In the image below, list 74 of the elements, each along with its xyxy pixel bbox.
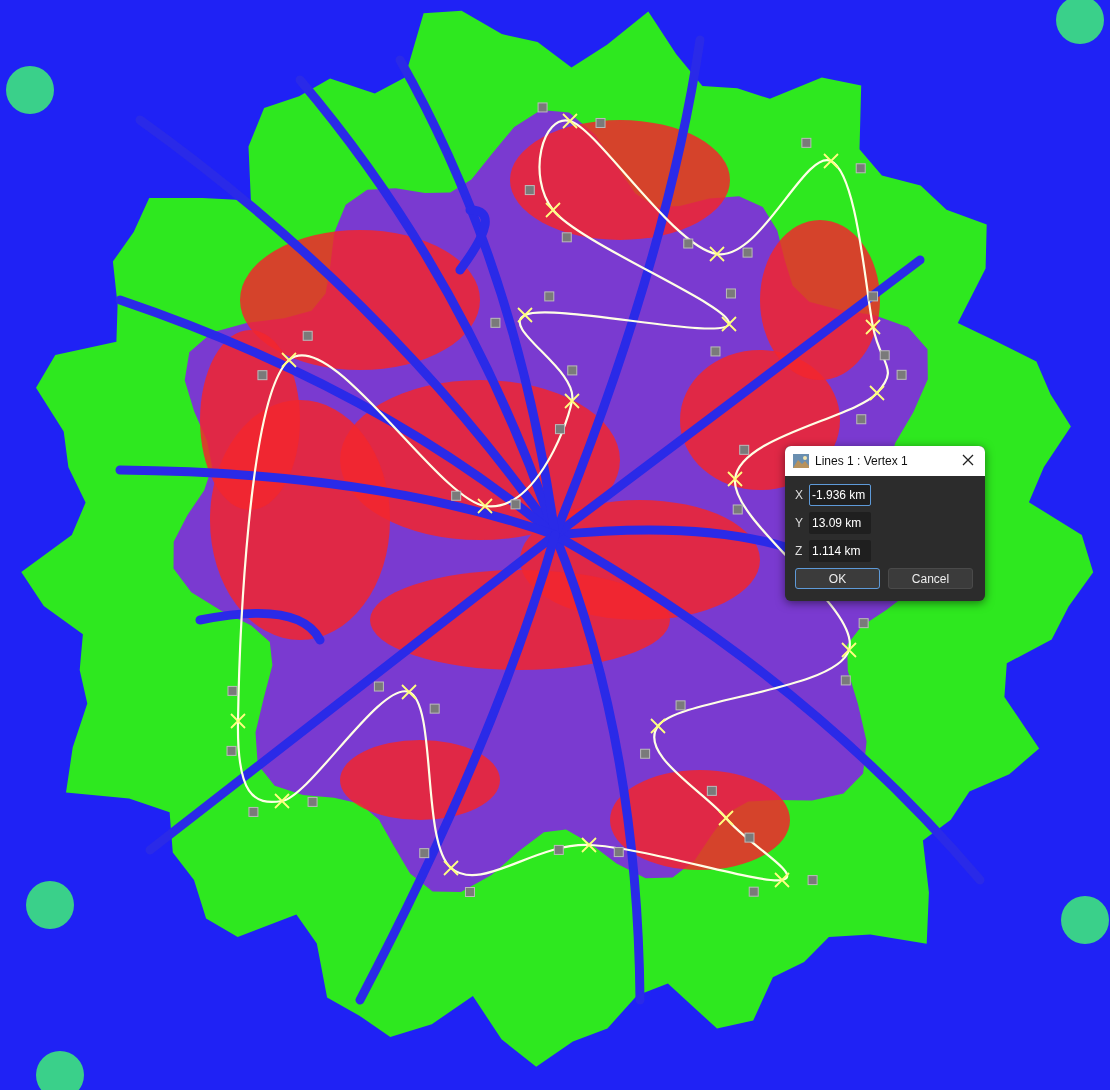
vertex-marker[interactable] xyxy=(281,352,297,368)
control-handle[interactable] xyxy=(307,796,318,807)
control-handle[interactable] xyxy=(451,490,462,501)
control-handle[interactable] xyxy=(544,291,555,302)
control-handle[interactable] xyxy=(373,681,384,692)
vertex-marker[interactable] xyxy=(443,860,459,876)
vertex-marker[interactable] xyxy=(869,385,885,401)
control-handle[interactable] xyxy=(640,748,651,759)
vertex-marker[interactable] xyxy=(230,713,246,729)
close-icon xyxy=(962,453,974,466)
coordinate-input[interactable]: -1.936 km xyxy=(809,484,871,506)
control-handle[interactable] xyxy=(896,369,907,380)
control-handle[interactable] xyxy=(524,185,535,196)
field-label: Y xyxy=(795,516,804,530)
control-handle[interactable] xyxy=(419,848,430,859)
vertex-marker[interactable] xyxy=(727,471,743,487)
control-handle[interactable] xyxy=(732,504,743,515)
control-handle[interactable] xyxy=(748,886,759,897)
control-handle[interactable] xyxy=(227,685,238,696)
field-label: X xyxy=(795,488,804,502)
control-handle[interactable] xyxy=(739,444,750,455)
control-handle[interactable] xyxy=(683,238,694,249)
control-handle[interactable] xyxy=(553,844,564,855)
control-handle[interactable] xyxy=(801,137,812,148)
dialog-title: Lines 1 : Vertex 1 xyxy=(815,454,909,468)
landscape-icon xyxy=(793,454,809,468)
field-label: Z xyxy=(795,544,804,558)
control-handle[interactable] xyxy=(855,163,866,174)
control-handle[interactable] xyxy=(257,370,268,381)
vertex-marker[interactable] xyxy=(709,246,725,262)
control-handle[interactable] xyxy=(858,618,869,629)
control-handle[interactable] xyxy=(595,118,606,128)
coordinate-input[interactable]: 13.09 km xyxy=(809,512,871,534)
vertex-marker[interactable] xyxy=(477,498,493,514)
control-handle[interactable] xyxy=(429,703,440,714)
control-handle[interactable] xyxy=(561,232,572,243)
vertex-marker[interactable] xyxy=(545,202,561,218)
vertex-marker[interactable] xyxy=(401,684,417,700)
vertex-marker[interactable] xyxy=(650,718,666,734)
control-handle[interactable] xyxy=(464,887,475,897)
vertex-marker[interactable] xyxy=(841,642,857,658)
vertex-marker[interactable] xyxy=(718,810,734,826)
dialog-button[interactable]: Cancel xyxy=(888,568,973,589)
control-handle[interactable] xyxy=(840,675,851,686)
vertex-marker[interactable] xyxy=(517,307,533,323)
control-handle[interactable] xyxy=(537,102,548,113)
vertex-marker[interactable] xyxy=(581,837,597,853)
control-handle[interactable] xyxy=(302,330,313,341)
control-handle[interactable] xyxy=(555,424,565,435)
control-handle[interactable] xyxy=(868,291,879,302)
dialog-button[interactable]: OK xyxy=(795,568,880,589)
control-handle[interactable] xyxy=(879,350,890,361)
vertex-marker[interactable] xyxy=(564,393,580,409)
vertex-marker[interactable] xyxy=(562,113,578,129)
control-handle[interactable] xyxy=(675,700,686,711)
vertex-marker[interactable] xyxy=(865,319,881,335)
control-handle[interactable] xyxy=(510,499,521,510)
control-handle[interactable] xyxy=(613,847,624,858)
control-handle[interactable] xyxy=(706,785,717,796)
vertex-marker[interactable] xyxy=(274,793,290,809)
control-handle[interactable] xyxy=(856,414,867,425)
control-handle[interactable] xyxy=(567,365,578,376)
coordinate-input[interactable]: 1.114 km xyxy=(809,540,871,562)
control-handle[interactable] xyxy=(725,288,736,299)
control-handle[interactable] xyxy=(807,875,818,886)
control-handle[interactable] xyxy=(710,346,721,357)
control-handle[interactable] xyxy=(248,806,259,817)
control-handle[interactable] xyxy=(226,745,237,756)
control-handle[interactable] xyxy=(490,317,501,328)
control-handle[interactable] xyxy=(744,832,755,843)
vertex-marker[interactable] xyxy=(823,153,839,169)
control-handle[interactable] xyxy=(742,247,753,258)
vertex-marker[interactable] xyxy=(774,872,790,888)
vertex-marker[interactable] xyxy=(721,316,737,332)
